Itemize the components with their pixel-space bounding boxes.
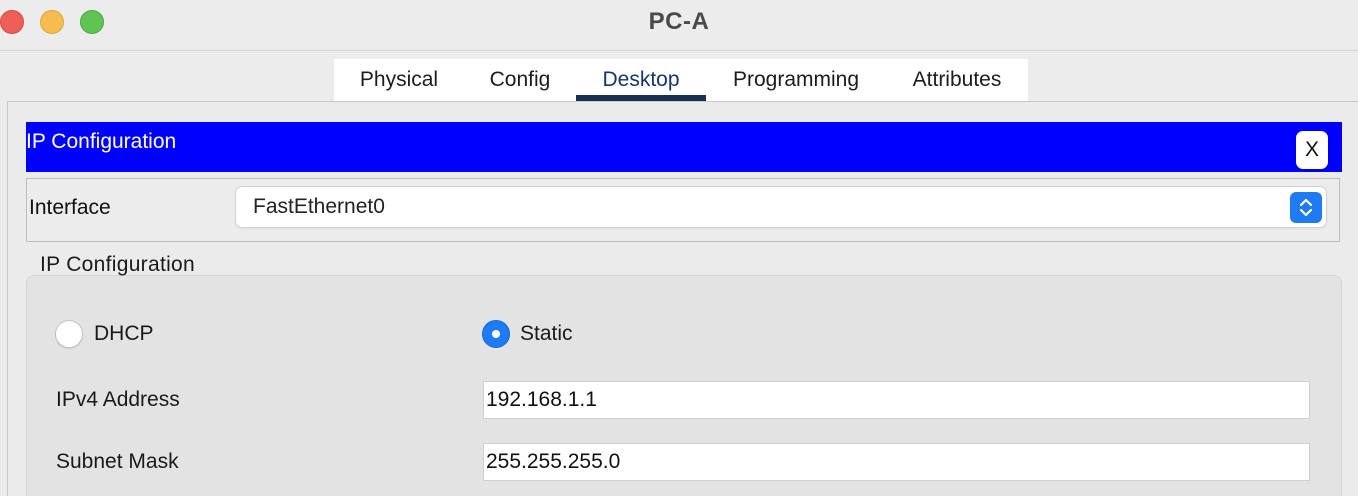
static-label: Static bbox=[520, 322, 573, 345]
dhcp-label: DHCP bbox=[94, 322, 154, 345]
app-window: PC-A Physical Config Desktop Programming… bbox=[0, 0, 1358, 496]
window-title: PC-A bbox=[648, 8, 710, 35]
subnet-mask-input[interactable] bbox=[483, 443, 1310, 481]
ip-config-header-title: IP Configuration bbox=[26, 130, 177, 153]
interface-label: Interface bbox=[29, 196, 111, 219]
static-radio[interactable] bbox=[482, 320, 510, 348]
interface-row: Interface FastEthernet0 bbox=[26, 178, 1340, 242]
tab-programming[interactable]: Programming bbox=[706, 59, 886, 101]
title-bar: PC-A bbox=[0, 0, 1358, 46]
ipv4-address-label: IPv4 Address bbox=[56, 388, 180, 411]
ip-config-group-title: IP Configuration bbox=[40, 253, 196, 276]
close-panel-button[interactable]: X bbox=[1296, 131, 1328, 169]
tab-desktop[interactable]: Desktop bbox=[576, 59, 706, 101]
tab-config[interactable]: Config bbox=[464, 59, 576, 101]
interface-select[interactable]: FastEthernet0 bbox=[236, 187, 1326, 227]
select-arrows-icon bbox=[1290, 192, 1322, 223]
interface-select-value: FastEthernet0 bbox=[253, 195, 385, 218]
ipv4-address-input[interactable] bbox=[483, 381, 1310, 419]
dhcp-radio[interactable] bbox=[55, 320, 83, 348]
tab-bar: Physical Config Desktop Programming Attr… bbox=[334, 59, 1028, 101]
tab-physical[interactable]: Physical bbox=[334, 59, 464, 101]
subnet-mask-label: Subnet Mask bbox=[56, 450, 179, 473]
tab-attributes[interactable]: Attributes bbox=[886, 59, 1028, 101]
ip-config-header: IP Configuration bbox=[26, 122, 1342, 172]
title-separator bbox=[0, 50, 1358, 51]
